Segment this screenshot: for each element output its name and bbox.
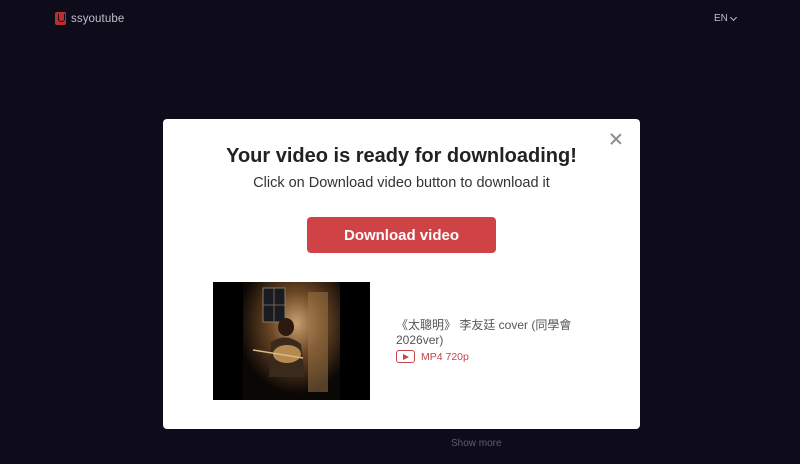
ssyoutube-logo-icon xyxy=(55,12,66,25)
chevron-down-icon xyxy=(729,13,737,21)
play-icon xyxy=(396,350,415,363)
modal-subtitle: Click on Download video button to downlo… xyxy=(253,175,550,191)
language-selector[interactable]: EN xyxy=(714,13,737,24)
video-thumbnail xyxy=(213,282,370,400)
download-video-button[interactable]: Download video xyxy=(307,217,496,253)
close-icon[interactable] xyxy=(609,132,623,146)
format-label: MP4 720p xyxy=(421,350,469,363)
show-more-link[interactable]: Show more xyxy=(451,438,502,449)
logo[interactable]: ssyoutube xyxy=(55,12,124,25)
download-modal: Your video is ready for downloading! Cli… xyxy=(163,119,640,429)
logo-text: ssyoutube xyxy=(71,12,125,25)
top-bar: ssyoutube EN xyxy=(0,0,800,38)
video-title: 《太聰明》 李友廷 cover (同學會2026ver) xyxy=(396,318,572,347)
modal-title: Your video is ready for downloading! xyxy=(226,145,577,167)
video-format[interactable]: MP4 720p xyxy=(396,350,469,363)
thumbnail-image xyxy=(213,282,370,400)
language-label: EN xyxy=(714,13,728,24)
